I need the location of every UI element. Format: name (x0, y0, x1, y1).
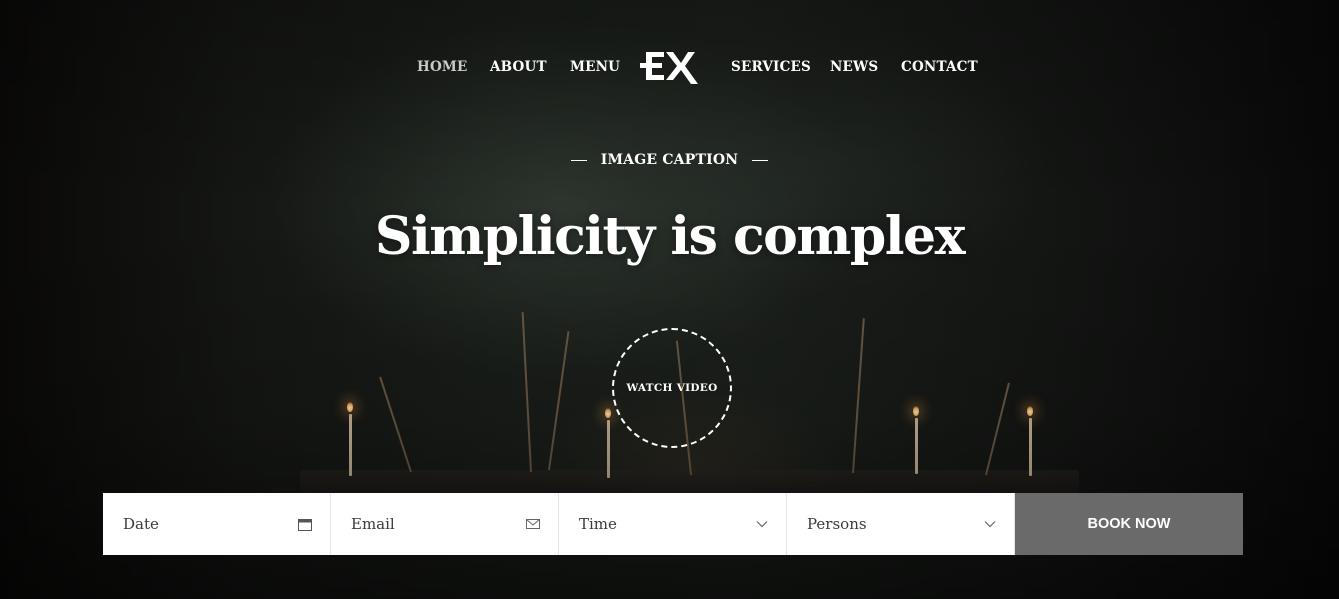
nav-contact[interactable]: CONTACT (901, 59, 978, 75)
ex-logo-icon (640, 52, 698, 84)
main-navigation: HOME ABOUT MENU SERVICES NEWS CONTACT (0, 44, 1339, 88)
nav-news[interactable]: NEWS (830, 59, 878, 75)
date-field-placeholder: Date (123, 515, 159, 533)
nav-menu[interactable]: MENU (570, 59, 620, 75)
nav-services[interactable]: SERVICES (731, 59, 811, 75)
watch-video-button[interactable]: WATCH VIDEO (612, 328, 732, 448)
time-select[interactable]: Time (559, 493, 787, 555)
caption-divider-left (570, 159, 587, 161)
hero-caption-row: IMAGE CAPTION (0, 152, 1339, 168)
envelope-icon (526, 519, 540, 529)
nav-home[interactable]: HOME (417, 59, 468, 75)
email-field-placeholder: Email (351, 515, 395, 533)
nav-about[interactable]: ABOUT (490, 59, 547, 75)
book-now-button[interactable]: BOOK NOW (1015, 493, 1243, 555)
time-select-value: Time (579, 515, 617, 533)
caption-divider-right (752, 159, 769, 161)
chevron-down-icon (984, 520, 996, 528)
site-logo[interactable] (640, 46, 702, 86)
hero-headline: Simplicity is complex (374, 206, 966, 267)
hero-caption: IMAGE CAPTION (600, 152, 739, 168)
email-field[interactable]: Email (331, 493, 559, 555)
persons-select-value: Persons (807, 515, 867, 533)
calendar-icon (298, 518, 312, 531)
booking-form: Date Email Time Persons BOOK NOW (103, 493, 1243, 555)
watch-video-label: WATCH VIDEO (626, 382, 718, 394)
date-field[interactable]: Date (103, 493, 331, 555)
persons-select[interactable]: Persons (787, 493, 1015, 555)
chevron-down-icon (756, 520, 768, 528)
